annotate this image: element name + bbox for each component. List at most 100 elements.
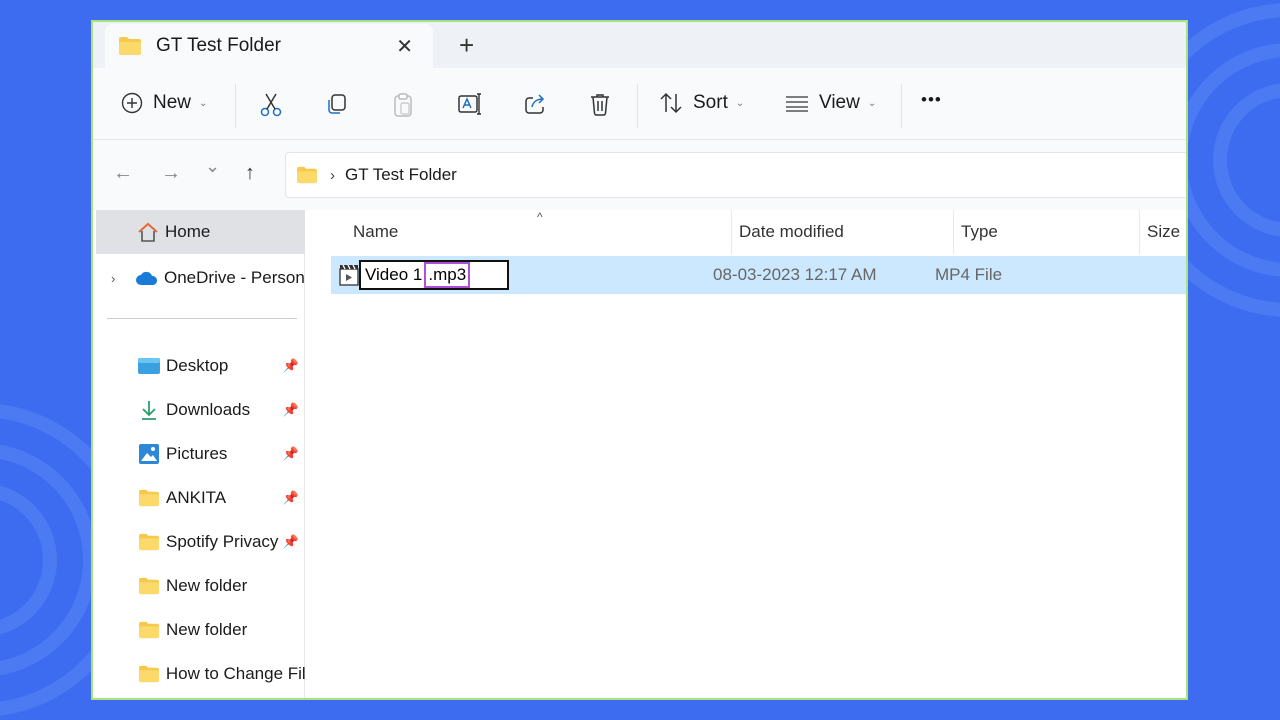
address-bar[interactable]: › GT Test Folder	[285, 152, 1186, 198]
onedrive-cloud-icon	[135, 266, 159, 290]
share-button[interactable]	[523, 92, 547, 116]
add-circle-icon	[121, 92, 143, 114]
new-label: New	[153, 92, 192, 113]
sidebar-item-label: New folder	[166, 620, 248, 639]
new-tab-icon[interactable]: +	[459, 30, 474, 61]
pictures-icon	[137, 442, 161, 466]
up-arrow-icon[interactable]: ↑	[245, 162, 255, 185]
chevron-down-icon: ⌄	[867, 97, 877, 109]
column-header-name[interactable]: Name	[353, 210, 398, 254]
desktop-icon	[137, 354, 161, 378]
filename-base: Video 1	[365, 265, 423, 284]
type-cell: MP4 File	[935, 265, 1003, 284]
view-list-icon	[786, 96, 808, 112]
column-header-date-modified[interactable]: Date modified	[739, 210, 844, 254]
share-icon	[525, 94, 545, 114]
pin-icon: 📌	[282, 402, 299, 417]
folder-icon	[137, 618, 161, 642]
sort-button[interactable]: Sort ⌄	[659, 92, 744, 114]
tab-gt-test-folder[interactable]: GT Test Folder ✕	[105, 24, 433, 68]
cut-icon	[260, 93, 282, 117]
navigation-bar: ← → ⌄ ↑ › GT Test Folder	[93, 140, 1186, 212]
sidebar-item-label: Spotify Privacy :	[166, 532, 284, 551]
sidebar-item-how-to-change[interactable]: How to Change Fil	[93, 654, 305, 694]
file-explorer-window: GT Test Folder ✕ + New ⌄ Sort ⌄ View ⌄ •…	[91, 20, 1188, 700]
sidebar-item-label: New folder	[166, 576, 248, 595]
sidebar-item-desktop[interactable]: Desktop 📌	[93, 346, 305, 386]
toolbar-divider	[901, 84, 902, 128]
more-icon: •••	[921, 90, 942, 109]
sidebar-item-home[interactable]: Home	[96, 210, 306, 254]
forward-arrow-icon[interactable]: →	[161, 162, 181, 185]
sort-label: Sort	[693, 92, 728, 113]
sidebar-item-spotify-privacy[interactable]: Spotify Privacy : 📌	[93, 522, 305, 562]
rename-icon	[458, 93, 481, 115]
column-divider	[1139, 210, 1140, 254]
sidebar-item-label: Home	[165, 222, 211, 241]
delete-button[interactable]	[589, 92, 611, 116]
folder-icon	[119, 37, 141, 55]
column-divider	[731, 210, 732, 254]
sort-icon	[660, 92, 682, 114]
command-bar: New ⌄ Sort ⌄ View ⌄ •••	[93, 68, 1186, 140]
sidebar-item-label: How to Change Fil	[165, 664, 305, 683]
folder-icon	[137, 574, 161, 598]
folder-icon	[297, 166, 317, 184]
chevron-right-icon[interactable]: ›	[111, 271, 115, 286]
toolbar-divider	[637, 84, 638, 128]
file-list: ^ Name Date modified Type Size Video 1 .…	[305, 210, 1186, 698]
sidebar-item-pictures[interactable]: Pictures 📌	[93, 434, 305, 474]
breadcrumb-separator-icon: ›	[330, 166, 335, 184]
sidebar-item-ankita[interactable]: ANKITA 📌	[93, 478, 305, 518]
paste-icon	[394, 93, 412, 117]
column-header-type[interactable]: Type	[961, 210, 998, 254]
cut-button[interactable]	[259, 92, 283, 118]
pin-icon: 📌	[282, 358, 299, 373]
sidebar-item-new-folder[interactable]: New folder	[93, 610, 305, 650]
close-tab-icon[interactable]: ✕	[396, 34, 413, 59]
date-modified-cell: 08-03-2023 12:17 AM	[713, 265, 877, 284]
navigation-pane: Home › OneDrive - Person Desktop 📌 Downl…	[93, 210, 306, 698]
more-options-button[interactable]: •••	[921, 90, 942, 110]
delete-icon	[591, 94, 609, 116]
paste-button[interactable]	[391, 92, 415, 118]
back-arrow-icon[interactable]: ←	[113, 162, 133, 185]
column-header-size[interactable]: Size	[1147, 210, 1180, 254]
sidebar-item-onedrive[interactable]: › OneDrive - Person	[93, 258, 305, 298]
breadcrumb-gt-test-folder[interactable]: GT Test Folder	[345, 165, 457, 185]
video-file-icon	[339, 264, 359, 286]
new-button[interactable]: New ⌄	[121, 92, 207, 114]
sidebar-divider	[107, 318, 297, 319]
table-row[interactable]: Video 1 .mp3 08-03-2023 12:17 AM MP4 Fil…	[331, 256, 1186, 294]
toolbar-divider	[235, 84, 236, 128]
sidebar-item-label: Downloads	[166, 400, 251, 419]
view-label: View	[819, 92, 860, 113]
sidebar-item-label: ANKITA	[166, 488, 227, 507]
sort-ascending-icon: ^	[537, 210, 543, 224]
view-button[interactable]: View ⌄	[785, 92, 876, 114]
chevron-down-icon: ⌄	[199, 97, 208, 109]
folder-icon	[137, 530, 161, 554]
sidebar-item-downloads[interactable]: Downloads 📌	[93, 390, 305, 430]
folder-icon	[137, 486, 161, 510]
chevron-down-icon: ⌄	[735, 97, 745, 109]
sidebar-item-label: Desktop	[166, 356, 229, 375]
pin-icon: 📌	[282, 490, 299, 505]
folder-icon	[137, 662, 161, 686]
home-icon	[136, 220, 160, 244]
sidebar-item-new-folder[interactable]: New folder	[93, 566, 305, 606]
sidebar-item-label: Pictures	[166, 444, 228, 463]
download-icon	[137, 398, 161, 422]
rename-button[interactable]	[457, 92, 483, 116]
filename-extension-highlight: .mp3	[424, 262, 471, 288]
rename-input[interactable]: Video 1 .mp3	[359, 260, 509, 290]
pin-icon: 📌	[282, 446, 299, 461]
tab-bar: GT Test Folder ✕ +	[93, 22, 1186, 68]
sidebar-item-label: OneDrive - Person	[164, 268, 305, 287]
recent-locations-chevron-icon[interactable]: ⌄	[205, 156, 220, 177]
pin-icon: 📌	[282, 534, 299, 549]
copy-icon	[328, 94, 346, 114]
copy-button[interactable]	[325, 92, 349, 116]
column-divider	[953, 210, 954, 254]
tab-title: GT Test Folder	[156, 35, 281, 56]
